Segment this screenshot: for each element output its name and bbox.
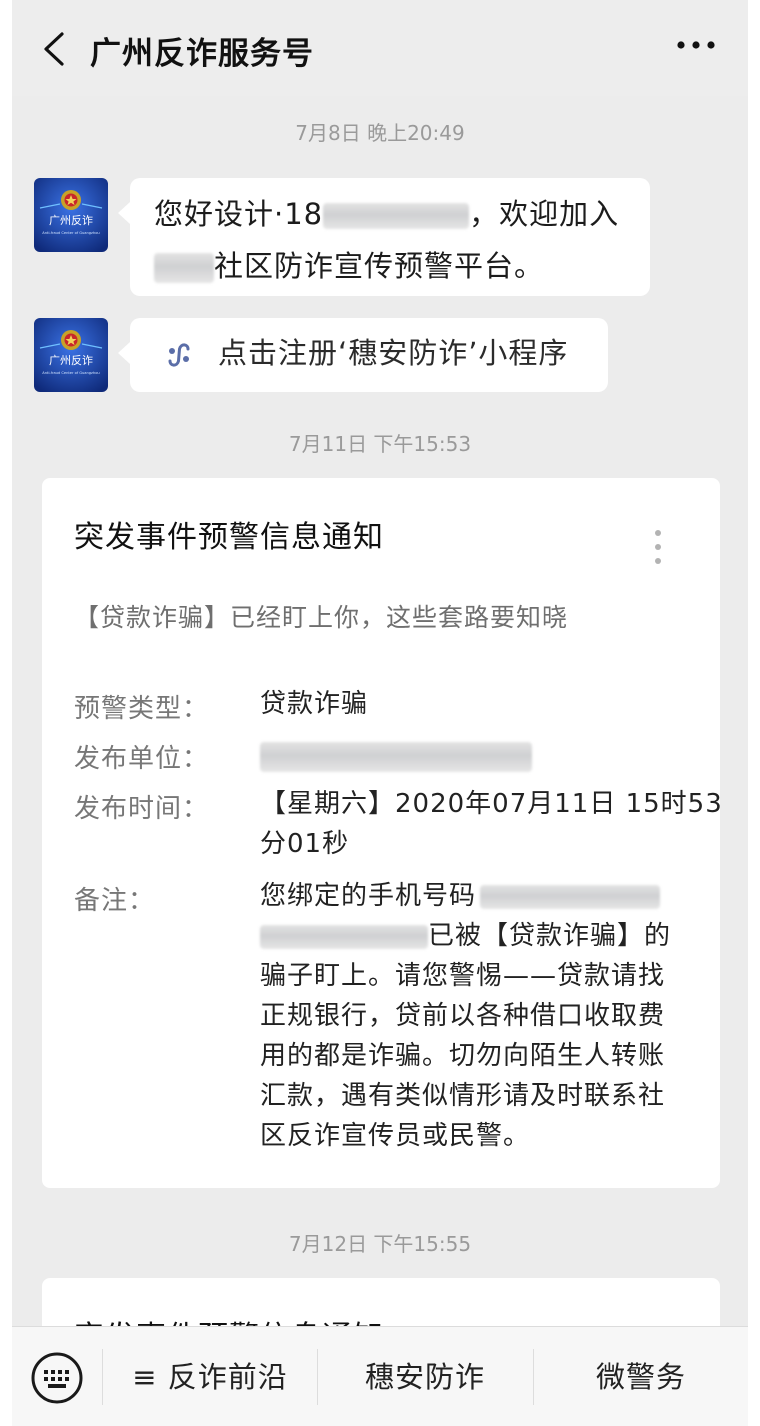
welcome-message-bubble[interactable]: 您好设计·18 ，欢迎加入 社区防诈宣传预警平台。 [118,178,650,296]
remark-text: 已被【贷款诈骗】的 [428,921,672,951]
alert-type-label: 预警类型： [74,694,210,724]
chat-screen: 广州反诈服务号 7月8日 晚上20:49 广州反诈 Anti-fraud Cen… [12,0,748,1426]
keyboard-icon[interactable] [30,1351,84,1405]
chevron-left-icon[interactable] [38,30,72,68]
welcome-line1-suffix: ，欢迎加入 [469,197,620,231]
top-nav-bar: 广州反诈服务号 [12,0,748,96]
remark-line: 汇款，遇有类似情形请及时联系社 [260,1081,666,1111]
redacted-phone [260,924,428,949]
message-timestamp: 7月8日 晚上20:49 [295,121,465,145]
remark-line: 正规银行，贷前以各种借口收取费 [260,1001,666,1031]
ellipsis-icon[interactable] [676,38,716,52]
remark-line: 骗子盯上。请您警惕——贷款请找 [260,961,666,991]
redacted-issuer [260,741,532,772]
remark-text: 您绑定的手机号码 [260,881,477,911]
mini-program-link-text: 点击注册‘穗安防诈’小程序 [218,336,569,370]
redacted-phone [323,203,470,229]
remark-line: 用的都是诈骗。切勿向陌生人转账 [260,1041,666,1071]
avatar-sublabel: Anti-fraud Center of Guangzhou [42,231,99,235]
publish-time-label: 发布时间： [74,794,210,824]
message-timestamp: 7月11日 下午15:53 [288,432,472,456]
page-title: 广州反诈服务号 [90,36,314,72]
publish-time-line: 【星期六】2020年07月11日 15时53 [260,789,723,819]
card-title: 突发事件预警信息通知 [74,520,384,555]
alert-type-value: 贷款诈骗 [260,689,369,719]
avatar-label: 广州反诈 [49,214,93,227]
remark-label: 备注： [74,886,156,916]
welcome-line2-suffix: 社区防诈宣传预警平台。 [214,249,545,283]
menu-item-micro-police[interactable]: 微警务 [534,1327,748,1426]
vertical-ellipsis-icon[interactable] [654,528,662,568]
issuer-value [260,736,700,776]
publish-time-line: 分01秒 [260,829,350,859]
card-subtitle: 【贷款诈骗】已经盯上你，这些套路要知晓 [74,603,569,632]
redacted-community [154,253,214,283]
publish-time-value: 【星期六】2020年07月11日 15时53 分01秒 [260,784,723,864]
welcome-line1-prefix: 您好设计·18 [154,197,324,231]
alert-card[interactable]: 突发事件预警信息通知 【贷款诈骗】已经盯上你，这些套路要知晓 预警类型： 贷款诈… [42,478,723,1188]
menu-item-anti-fraud-frontline[interactable]: ≡ 反诈前沿 [104,1327,316,1426]
welcome-message-text: 您好设计·18 ，欢迎加入 社区防诈宣传预警平台。 [154,188,626,292]
message-timestamp: 7月12日 下午15:55 [288,1232,472,1256]
remark-line: 区反诈宣传员或民警。 [260,1121,531,1151]
mini-program-link-icon [168,343,190,367]
mini-program-link-bubble[interactable]: 点击注册‘穗安防诈’小程序 [118,318,608,392]
redacted-phone [480,884,661,909]
remark-value: 您绑定的手机号码 已被【贷款诈骗】的 骗子盯上。请您警惕——贷款请找 正规银行，… [260,876,700,1156]
bottom-menu-bar: ≡ 反诈前沿 穗安防诈 微警务 [12,1326,748,1426]
remark-line: 您绑定的手机号码 [260,876,700,916]
avatar-sublabel: Anti-fraud Center of Guangzhou [42,371,99,375]
menu-item-suian-anti-fraud[interactable]: 穗安防诈 [318,1327,532,1426]
issuer-label: 发布单位： [74,744,210,774]
menu-divider [102,1349,103,1405]
avatar[interactable]: 广州反诈 Anti-fraud Center of Guangzhou [34,178,108,252]
avatar[interactable]: 广州反诈 Anti-fraud Center of Guangzhou [34,318,108,392]
avatar-label: 广州反诈 [49,354,93,367]
remark-line: 已被【贷款诈骗】的 [260,916,700,956]
